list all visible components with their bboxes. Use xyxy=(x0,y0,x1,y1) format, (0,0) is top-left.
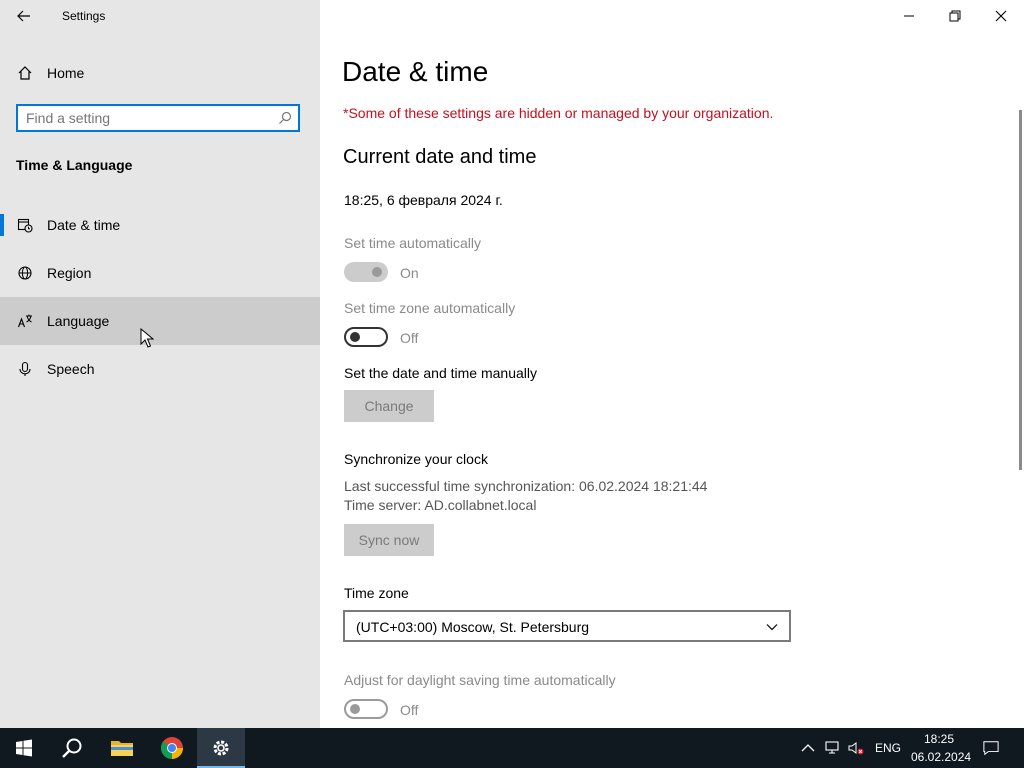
clock-date[interactable]: 06.02.2024 xyxy=(911,750,971,764)
settings-taskbar-button[interactable] xyxy=(197,728,245,768)
sidebar-item-label: Region xyxy=(47,265,92,281)
chrome-button[interactable] xyxy=(148,728,196,768)
set-tz-auto-state: Off xyxy=(400,330,419,346)
language-icon xyxy=(16,312,34,330)
search-icon xyxy=(279,111,292,124)
sync-now-button[interactable]: Sync now xyxy=(344,524,434,556)
time-server-text: Time server: AD.collabnet.local xyxy=(344,497,537,513)
volume-muted-icon[interactable] xyxy=(848,740,864,756)
chevron-down-icon xyxy=(766,624,778,631)
mouse-cursor-icon xyxy=(140,328,154,348)
taskbar: ENG 18:25 06.02.2024 xyxy=(0,728,1024,768)
minimize-button[interactable] xyxy=(886,0,932,32)
start-button[interactable] xyxy=(0,728,48,768)
dst-toggle[interactable] xyxy=(344,699,388,719)
org-managed-warning: *Some of these settings are hidden or ma… xyxy=(343,105,774,121)
change-button[interactable]: Change xyxy=(344,390,434,422)
dst-state: Off xyxy=(400,702,419,718)
close-button[interactable] xyxy=(978,0,1024,32)
last-sync-text: Last successful time synchronization: 06… xyxy=(344,478,708,494)
sidebar-item-label: Language xyxy=(47,313,110,329)
search-input[interactable] xyxy=(26,109,266,127)
sidebar-item-date-time[interactable]: Date & time xyxy=(0,201,320,249)
set-time-auto-label: Set time automatically xyxy=(344,235,481,251)
sidebar-item-label: Date & time xyxy=(47,217,121,233)
notifications-icon[interactable] xyxy=(983,740,999,756)
restore-icon xyxy=(949,10,961,22)
page-title: Date & time xyxy=(342,56,489,87)
current-date-time-value: 18:25, 6 февраля 2024 г. xyxy=(344,192,503,208)
microphone-icon xyxy=(16,360,34,378)
sidebar-item-label: Speech xyxy=(47,361,95,377)
gear-icon xyxy=(213,740,229,756)
sidebar-item-language[interactable]: Language xyxy=(0,297,320,345)
set-time-auto-state: On xyxy=(400,265,419,281)
input-language-indicator[interactable]: ENG xyxy=(875,741,901,755)
home-icon xyxy=(16,64,34,82)
tray-chevron-up-icon[interactable] xyxy=(800,740,816,756)
dst-label: Adjust for daylight saving time automati… xyxy=(344,672,616,688)
sidebar-item-speech[interactable]: Speech xyxy=(0,345,320,393)
time-zone-value: (UTC+03:00) Moscow, St. Petersburg xyxy=(356,619,590,635)
set-time-auto-toggle[interactable] xyxy=(344,262,388,282)
back-button[interactable] xyxy=(12,4,36,28)
file-explorer-button[interactable] xyxy=(98,728,146,768)
windows-logo-icon xyxy=(16,739,32,757)
nav-home[interactable]: Home xyxy=(0,56,320,90)
sync-clock-heading: Synchronize your clock xyxy=(344,451,488,467)
close-icon xyxy=(995,10,1007,22)
sidebar: Settings Home Time & Language Date & tim… xyxy=(0,0,320,728)
selection-indicator xyxy=(0,214,4,236)
current-date-time-heading: Current date and time xyxy=(343,146,537,168)
sidebar-item-region[interactable]: Region xyxy=(0,249,320,297)
chrome-icon xyxy=(160,737,183,759)
minimize-icon xyxy=(904,15,914,17)
manual-date-time-label: Set the date and time manually xyxy=(344,365,538,381)
search-icon xyxy=(62,738,82,758)
folder-icon xyxy=(111,741,133,756)
globe-icon xyxy=(16,264,34,282)
search-box[interactable] xyxy=(16,104,300,132)
back-arrow-icon xyxy=(17,10,30,22)
toggle-knob xyxy=(350,704,360,714)
home-label: Home xyxy=(47,65,85,81)
restore-button[interactable] xyxy=(932,0,978,32)
calendar-clock-icon xyxy=(16,216,34,234)
time-zone-label: Time zone xyxy=(344,585,409,601)
time-zone-dropdown[interactable]: (UTC+03:00) Moscow, St. Petersburg xyxy=(343,610,791,642)
scrollbar[interactable] xyxy=(1019,110,1022,470)
toggle-knob xyxy=(350,332,360,342)
section-heading: Time & Language xyxy=(16,157,133,173)
main-content: Date & time *Some of these settings are … xyxy=(320,0,1024,728)
search-taskbar-button[interactable] xyxy=(48,728,96,768)
set-tz-auto-label: Set time zone automatically xyxy=(344,300,516,316)
set-tz-auto-toggle[interactable] xyxy=(344,327,388,347)
app-title: Settings xyxy=(62,9,106,23)
network-icon[interactable] xyxy=(824,740,840,756)
clock-time[interactable]: 18:25 xyxy=(924,732,954,746)
toggle-knob xyxy=(372,267,382,277)
